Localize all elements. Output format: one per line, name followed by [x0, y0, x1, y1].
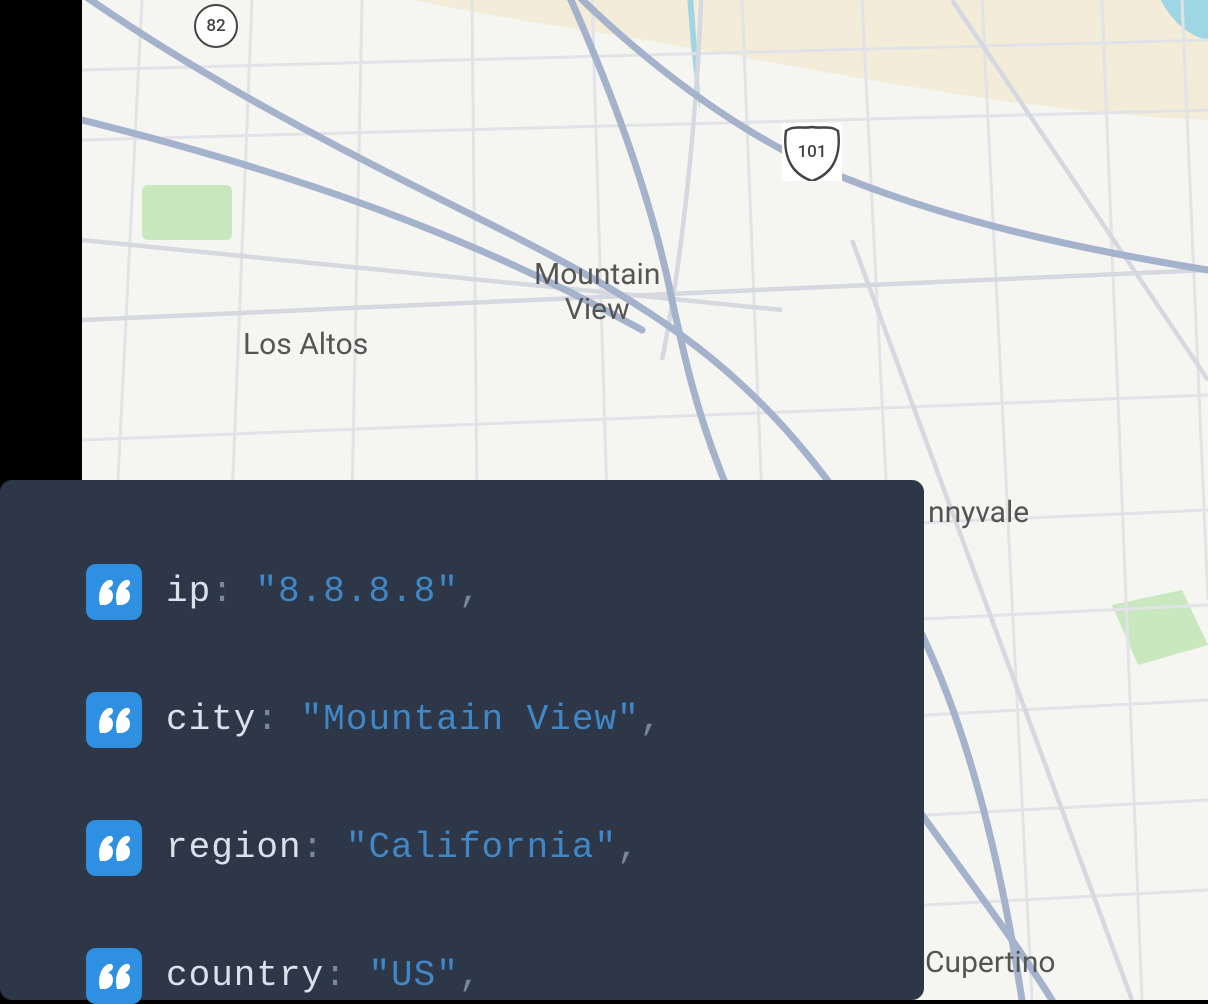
json-comma: , [459, 571, 482, 612]
place-label-sunnyvale: nnyvale [928, 495, 1029, 530]
place-label-cupertino: Cupertino [925, 945, 1056, 980]
json-value: "US" [368, 955, 458, 996]
json-comma: , [459, 955, 482, 996]
route-number: 101 [798, 142, 827, 162]
code-row-country: country: "US", [86, 948, 838, 1004]
route-number: 82 [206, 16, 225, 36]
json-comma: , [617, 827, 640, 868]
code-panel: ip: "8.8.8.8", city: "Mountain View", re… [0, 480, 924, 1000]
place-label-mountain-view: Mountain View [534, 257, 660, 327]
quote-icon [86, 948, 142, 1004]
route-shield-82: 82 [194, 4, 238, 48]
json-key: ip [166, 571, 211, 612]
code-row-region: region: "California", [86, 820, 838, 876]
route-shield-101: 101 [782, 123, 842, 181]
code-row-city: city: "Mountain View", [86, 692, 838, 748]
json-key: region [166, 827, 302, 868]
json-colon: : [211, 571, 234, 612]
quote-icon [86, 692, 142, 748]
json-value: "California" [346, 827, 617, 868]
json-value: "Mountain View" [301, 699, 640, 740]
json-value: "8.8.8.8" [255, 571, 458, 612]
place-label-los-altos: Los Altos [243, 327, 368, 362]
json-key: city [166, 699, 256, 740]
json-colon: : [256, 699, 279, 740]
quote-icon [86, 564, 142, 620]
code-row-ip: ip: "8.8.8.8", [86, 564, 838, 620]
json-colon: : [324, 955, 347, 996]
quote-icon [86, 820, 142, 876]
json-colon: : [302, 827, 325, 868]
json-comma: , [640, 699, 663, 740]
json-key: country [166, 955, 324, 996]
